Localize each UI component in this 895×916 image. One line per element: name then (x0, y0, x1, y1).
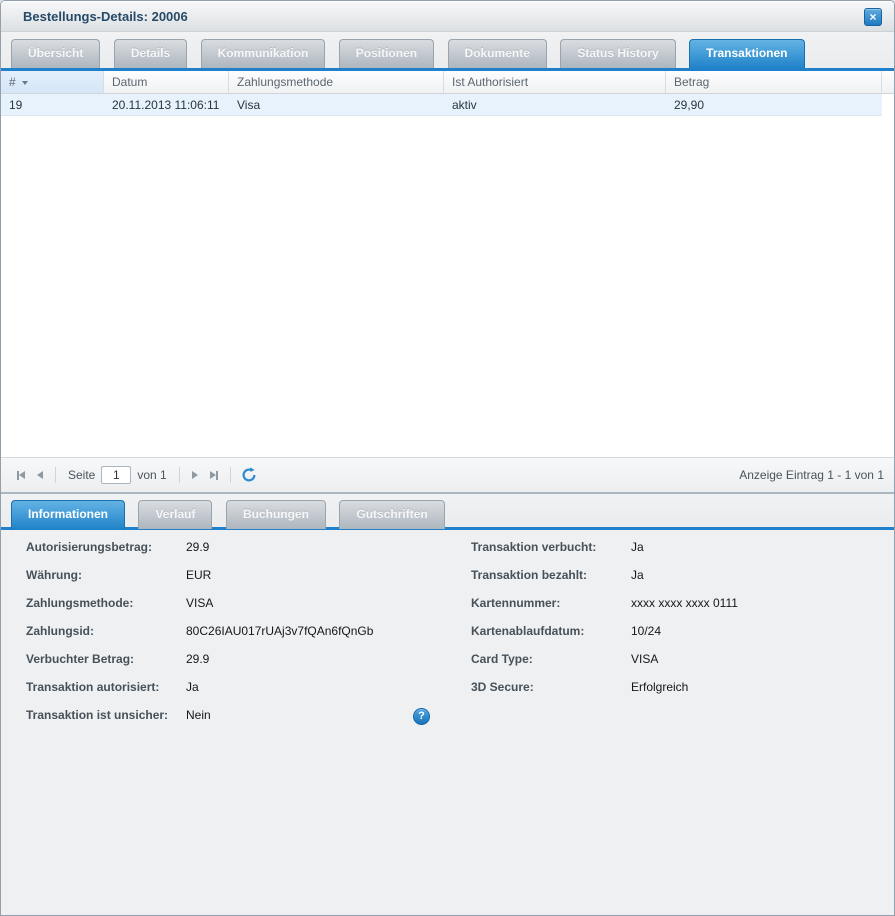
grid-header-row: # Datum Zahlungsmethode Ist Authorisiert… (1, 71, 894, 94)
column-header-betrag[interactable]: Betrag (666, 71, 882, 93)
tab-dokumente[interactable]: Dokumente (448, 39, 547, 68)
transactions-grid: # Datum Zahlungsmethode Ist Authorisiert… (1, 71, 894, 492)
field-label: Transaktion ist unsicher: (26, 701, 186, 729)
field-label: Transaktion verbucht: (471, 533, 631, 561)
tab-buchungen[interactable]: Buchungen (226, 500, 326, 529)
field-value: VISA (631, 645, 658, 673)
page-of-label: von 1 (137, 468, 166, 482)
field-value: 29.9 (186, 533, 209, 561)
transaction-info-panel: Autorisierungsbetrag: 29.9 Währung: EUR … (1, 530, 894, 915)
cell-zahlungsmethode: Visa (229, 94, 444, 115)
field-value: Ja (631, 561, 644, 589)
tab-gutschriften[interactable]: Gutschriften (339, 500, 444, 529)
field-value: Erfolgreich (631, 673, 688, 701)
window-title: Bestellungs-Details: 20006 (23, 1, 188, 32)
column-header-zahlungsmethode[interactable]: Zahlungsmethode (229, 71, 444, 93)
field-label: Kartennummer: (471, 589, 631, 617)
field-label: Transaktion autorisiert: (26, 673, 186, 701)
field-label: Card Type: (471, 645, 631, 673)
field-value: 10/24 (631, 617, 661, 645)
field-value: 80C26IAU017rUAj3v7fQAn6fQnGb (186, 617, 373, 645)
paging-toolbar: Seite von 1 Anzeige Eintrag 1 - 1 von 1 (1, 457, 894, 492)
cell-id: 19 (1, 94, 104, 115)
tab-details[interactable]: Details (114, 39, 187, 68)
detail-tabstrip: Informationen Verlauf Buchungen Gutschri… (1, 492, 894, 530)
page-first-button[interactable] (11, 465, 31, 485)
tab-status-history[interactable]: Status History (560, 39, 675, 68)
column-header-datum[interactable]: Datum (104, 71, 229, 93)
toolbar-separator (230, 467, 231, 483)
column-header-id[interactable]: # (1, 71, 104, 93)
order-details-window: Bestellungs-Details: 20006 × Übersicht D… (0, 0, 895, 916)
window-titlebar: Bestellungs-Details: 20006 × (1, 1, 894, 32)
page-next-button[interactable] (186, 465, 204, 485)
detail-column-right: Transaktion verbucht: Ja Transaktion bez… (448, 533, 894, 729)
detail-column-left: Autorisierungsbetrag: 29.9 Währung: EUR … (1, 533, 448, 729)
page-label: Seite (68, 468, 95, 482)
detail-row: Card Type: VISA (471, 645, 894, 673)
cell-datum: 20.11.2013 11:06:11 (104, 94, 229, 115)
field-label: Transaktion bezahlt: (471, 561, 631, 589)
field-label: Zahlungsid: (26, 617, 186, 645)
field-label: Verbuchter Betrag: (26, 645, 186, 673)
close-icon[interactable]: × (864, 8, 882, 26)
page-number-input[interactable] (101, 466, 131, 484)
toolbar-separator (55, 467, 56, 483)
refresh-icon[interactable] (237, 467, 261, 483)
cell-ist-authorisiert: aktiv (444, 94, 666, 115)
tab-transaktionen[interactable]: Transaktionen (689, 39, 804, 68)
table-row[interactable]: 19 20.11.2013 11:06:11 Visa aktiv 29,90 (1, 94, 882, 116)
active-tab-underline (1, 68, 894, 71)
detail-row: Kartenablaufdatum: 10/24 (471, 617, 894, 645)
field-label: 3D Secure: (471, 673, 631, 701)
field-value: Ja (186, 673, 199, 701)
detail-row: 3D Secure: Erfolgreich (471, 673, 894, 701)
field-label: Autorisierungsbetrag: (26, 533, 186, 561)
detail-row: Transaktion ist unsicher: Nein (26, 701, 448, 729)
detail-row: Währung: EUR (26, 561, 448, 589)
tab-kommunikation[interactable]: Kommunikation (201, 39, 326, 68)
detail-row: Zahlungsid: 80C26IAU017rUAj3v7fQAn6fQnGb (26, 617, 448, 645)
column-header-ist-authorisiert[interactable]: Ist Authorisiert (444, 71, 666, 93)
tab-uebersicht[interactable]: Übersicht (11, 39, 100, 68)
detail-row: Kartennummer: xxxx xxxx xxxx 0111 (471, 589, 894, 617)
paging-display-text: Anzeige Eintrag 1 - 1 von 1 (739, 468, 884, 482)
field-value: Nein (186, 701, 211, 729)
main-tabstrip: Übersicht Details Kommunikation Position… (1, 32, 894, 71)
field-value: xxxx xxxx xxxx 0111 (631, 589, 738, 617)
field-value: Ja (631, 533, 644, 561)
detail-row: Transaktion bezahlt: Ja (471, 561, 894, 589)
tab-positionen[interactable]: Positionen (339, 39, 434, 68)
column-header-id-label: # (9, 75, 16, 89)
field-label: Kartenablaufdatum: (471, 617, 631, 645)
tab-verlauf[interactable]: Verlauf (138, 500, 212, 529)
field-label: Zahlungsmethode: (26, 589, 186, 617)
field-label: Währung: (26, 561, 186, 589)
tab-informationen[interactable]: Informationen (11, 500, 125, 529)
help-icon[interactable]: ? (413, 708, 430, 725)
detail-row: Autorisierungsbetrag: 29.9 (26, 533, 448, 561)
field-value: EUR (186, 561, 211, 589)
field-value: 29.9 (186, 645, 209, 673)
cell-betrag: 29,90 (666, 94, 882, 115)
detail-row: Transaktion verbucht: Ja (471, 533, 894, 561)
detail-row: Zahlungsmethode: VISA (26, 589, 448, 617)
sort-desc-icon (22, 81, 28, 85)
detail-row: Transaktion autorisiert: Ja (26, 673, 448, 701)
field-value: VISA (186, 589, 213, 617)
detail-row: Verbuchter Betrag: 29.9 (26, 645, 448, 673)
toolbar-separator (179, 467, 180, 483)
page-prev-button[interactable] (31, 465, 49, 485)
page-last-button[interactable] (204, 465, 224, 485)
column-header-filler (882, 71, 894, 93)
grid-empty-area (1, 116, 894, 457)
